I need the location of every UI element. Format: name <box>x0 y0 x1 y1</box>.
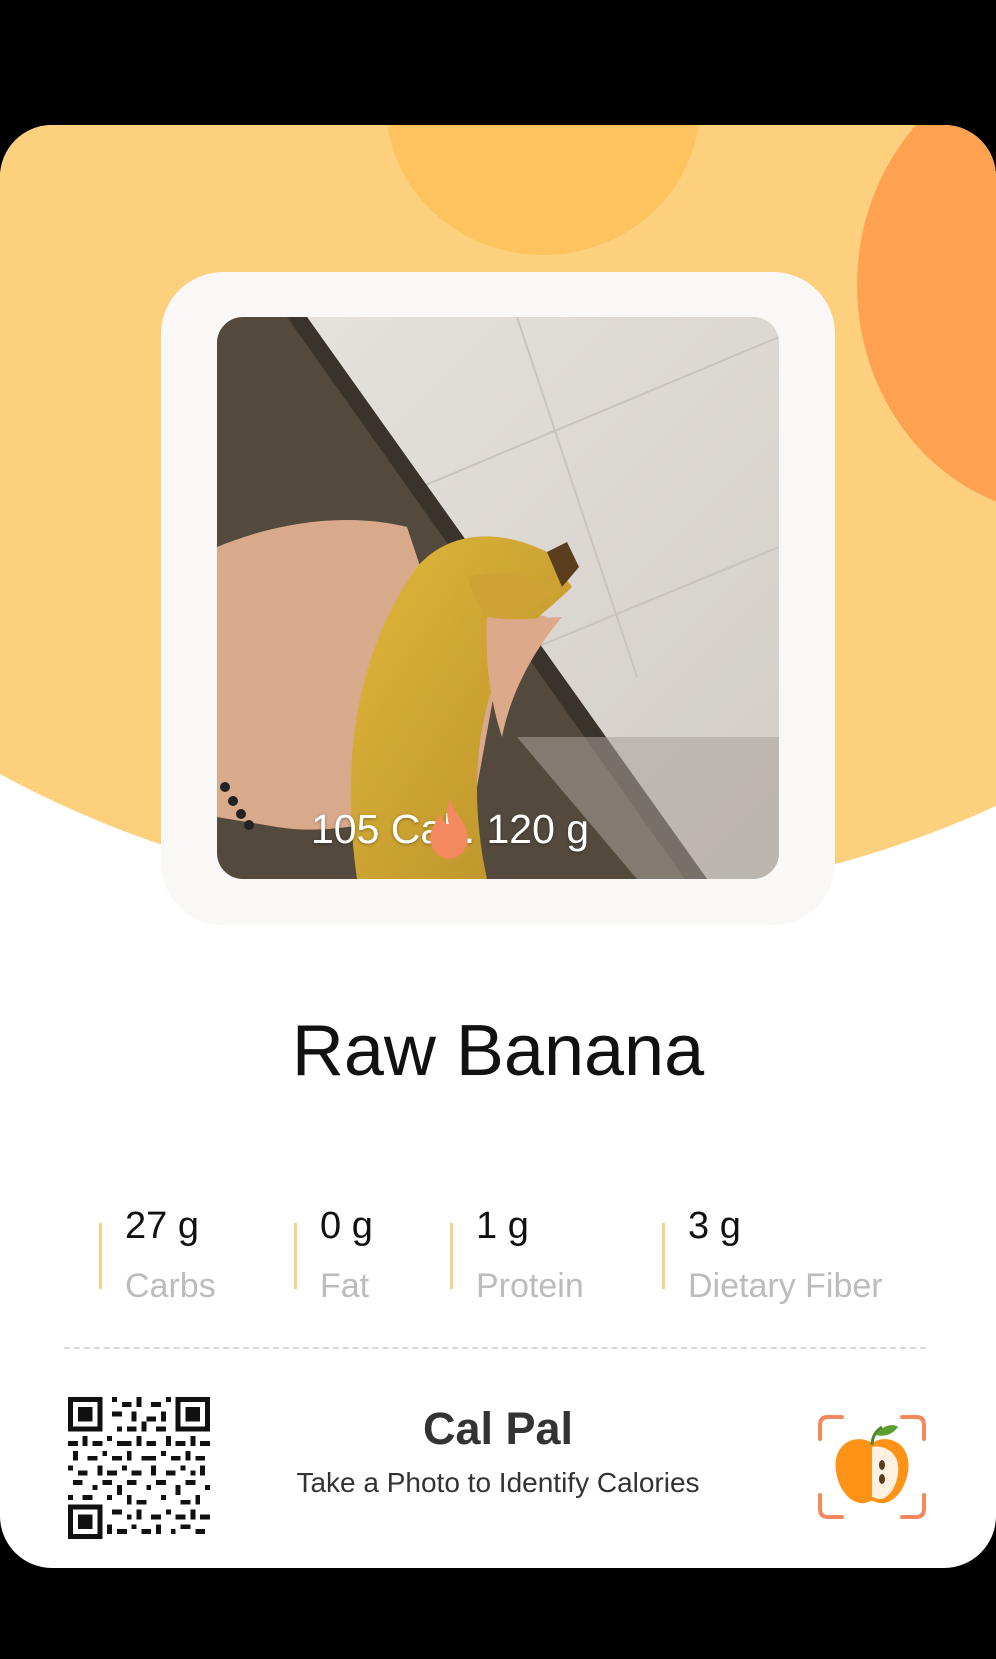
nutrient-label: Fat <box>320 1267 370 1305</box>
nutrient-value: 27 g <box>125 1205 199 1247</box>
apple-scan-logo-icon[interactable] <box>816 1413 928 1521</box>
share-card: 105 Cal . 120 g Raw Banana 27 g Carbs 0 … <box>0 125 996 1568</box>
app-tagline: Take a Photo to Identify Calories <box>296 1467 700 1498</box>
nutrient-value: 1 g <box>476 1205 529 1247</box>
nutrient-divider <box>99 1223 102 1289</box>
qr-code-icon[interactable] <box>68 1397 210 1539</box>
banana-photo-illustration <box>217 317 779 879</box>
food-photo: 105 Cal . 120 g <box>217 317 779 879</box>
nutrient-label: Carbs <box>125 1267 216 1305</box>
dashed-divider <box>64 1347 926 1349</box>
nutrient-value: 0 g <box>320 1205 373 1247</box>
nutrient-label: Protein <box>476 1267 584 1305</box>
nutrient-divider <box>294 1223 297 1289</box>
nutrient-label: Dietary Fiber <box>688 1267 883 1305</box>
photo-frame: 105 Cal . 120 g <box>161 272 835 925</box>
brand-block: Cal Pal Take a Photo to Identify Calorie… <box>200 1403 796 1499</box>
app-name: Cal Pal <box>422 1403 574 1454</box>
nutrient-divider <box>450 1223 453 1289</box>
nutrient-value: 3 g <box>688 1205 741 1247</box>
food-name: Raw Banana <box>291 1011 705 1091</box>
nutrient-divider <box>662 1223 665 1289</box>
calorie-summary: 105 Cal . 120 g <box>311 797 589 861</box>
flame-icon <box>430 799 468 859</box>
